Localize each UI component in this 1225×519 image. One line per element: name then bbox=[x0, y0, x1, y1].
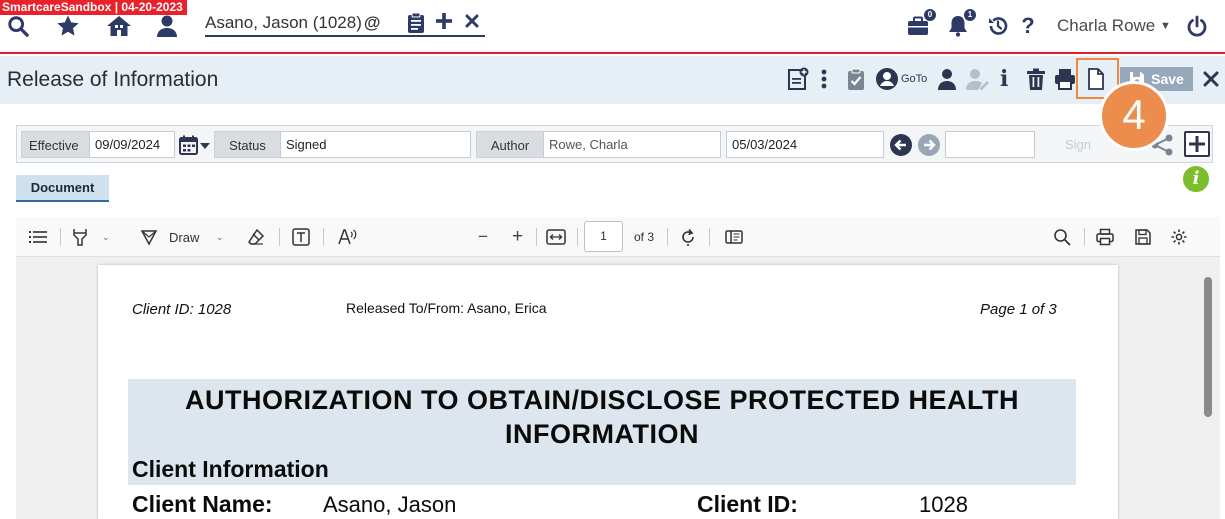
print-icon[interactable] bbox=[1054, 66, 1076, 92]
page-header-page-number: Page 1 of 3 bbox=[980, 301, 1057, 318]
pdf-toolbar: ⌄ Draw ⌄ − + 1 of 3 bbox=[16, 217, 1220, 257]
pdf-page: Client ID: 1028 Released To/From: Asano,… bbox=[98, 265, 1118, 519]
close-icon[interactable] bbox=[1203, 66, 1219, 92]
page-header-client-id: Client ID: 1028 bbox=[132, 301, 232, 318]
page-view-icon[interactable] bbox=[725, 227, 743, 247]
trash-icon[interactable] bbox=[1026, 66, 1046, 92]
history-icon[interactable] bbox=[985, 13, 1011, 39]
zoom-in-button[interactable]: + bbox=[512, 226, 523, 247]
effective-label: Effective bbox=[21, 131, 90, 158]
new-document-icon[interactable] bbox=[787, 66, 809, 92]
read-aloud-icon[interactable] bbox=[338, 227, 358, 247]
contents-icon[interactable] bbox=[29, 227, 47, 247]
sign-button[interactable]: Sign bbox=[1065, 137, 1091, 152]
goto-button[interactable]: GoTo bbox=[875, 66, 927, 92]
title-bar: Release of Information GoTo i Save bbox=[0, 56, 1225, 104]
info-icon[interactable]: i bbox=[1181, 164, 1211, 194]
help-icon[interactable]: ? bbox=[1015, 13, 1041, 39]
pdf-search-icon[interactable] bbox=[1053, 227, 1071, 247]
pdf-settings-icon[interactable] bbox=[1170, 227, 1188, 247]
eraser-icon[interactable] bbox=[247, 227, 265, 247]
add-tab-icon[interactable] bbox=[435, 12, 453, 30]
power-icon[interactable] bbox=[1184, 13, 1210, 39]
at-icon[interactable]: @ bbox=[364, 13, 381, 32]
client-id-label: Client ID: bbox=[697, 491, 798, 517]
status-field[interactable]: Signed bbox=[280, 131, 471, 158]
extra-field[interactable] bbox=[945, 131, 1035, 158]
client-tab[interactable]: Asano, Jason (1028) @ bbox=[205, 10, 485, 37]
draw-dropdown-icon[interactable]: ⌄ bbox=[216, 227, 224, 247]
caret-down-icon[interactable]: ▼ bbox=[1160, 20, 1171, 32]
author-field[interactable]: Rowe, Charla bbox=[543, 131, 721, 158]
pdf-scrollbar-thumb[interactable] bbox=[1204, 277, 1212, 417]
user-edit-icon[interactable] bbox=[966, 66, 990, 92]
user-menu[interactable]: Charla Rowe ▼ bbox=[1057, 16, 1171, 36]
close-tab-icon[interactable] bbox=[465, 14, 479, 28]
calendar-dropdown-icon[interactable] bbox=[179, 135, 211, 155]
annotation-step-marker: 4 bbox=[1099, 81, 1169, 151]
bell-count-badge: 1 bbox=[964, 9, 976, 21]
user-circle-icon bbox=[876, 68, 898, 90]
client-tab-label[interactable]: Asano, Jason (1028) @ bbox=[205, 13, 380, 33]
clipboard-list-icon[interactable] bbox=[407, 12, 425, 34]
draw-label[interactable]: Draw bbox=[169, 227, 199, 247]
client-id-value: 1028 bbox=[919, 492, 968, 517]
page-total-label: of 3 bbox=[634, 230, 655, 244]
user-icon[interactable] bbox=[154, 13, 180, 39]
top-nav: SmartcareSandbox | 04-20-2023 Asano, Jas… bbox=[0, 0, 1225, 54]
page-title: Release of Information bbox=[7, 68, 219, 91]
briefcase-icon[interactable]: 0 bbox=[905, 9, 936, 39]
highlight-dropdown-icon[interactable]: ⌄ bbox=[102, 227, 110, 247]
bell-icon[interactable]: 1 bbox=[945, 9, 976, 39]
save-button-label: Save bbox=[1151, 71, 1184, 87]
briefcase-count-badge: 0 bbox=[924, 9, 936, 21]
goto-label: GoTo bbox=[901, 73, 928, 85]
section-heading-client-information: Client Information bbox=[132, 456, 329, 482]
add-icon[interactable] bbox=[1184, 131, 1210, 157]
rotate-icon[interactable] bbox=[679, 227, 697, 247]
tab-document[interactable]: Document bbox=[16, 175, 109, 202]
previous-arrow-icon[interactable] bbox=[890, 134, 912, 156]
info-detail-icon[interactable]: i bbox=[1000, 66, 1008, 92]
author-label: Author bbox=[476, 131, 544, 158]
client-name-label: Client Name: bbox=[132, 491, 273, 517]
search-icon[interactable] bbox=[5, 13, 31, 39]
page-header-released: Released To/From: Asano, Erica bbox=[346, 300, 547, 316]
text-box-icon[interactable] bbox=[292, 227, 310, 247]
document-header-row: Effective 09/09/2024 Status Signed Autho… bbox=[16, 125, 1213, 163]
client-name-value: Asano, Jason bbox=[323, 492, 457, 517]
page-number-input[interactable]: 1 bbox=[584, 221, 623, 252]
effective-date-field[interactable]: 09/09/2024 bbox=[89, 131, 175, 158]
document-title-band: AUTHORIZATION TO OBTAIN/DISCLOSE PROTECT… bbox=[128, 379, 1076, 485]
more-options-icon[interactable] bbox=[820, 66, 828, 92]
star-icon[interactable] bbox=[55, 13, 81, 39]
home-icon[interactable] bbox=[106, 13, 132, 39]
document-title: AUTHORIZATION TO OBTAIN/DISCLOSE PROTECT… bbox=[185, 385, 1019, 449]
fit-width-icon[interactable] bbox=[546, 227, 566, 247]
person-icon[interactable] bbox=[937, 66, 957, 92]
zoom-out-button[interactable]: − bbox=[478, 227, 488, 247]
highlight-tool-icon[interactable] bbox=[72, 227, 88, 247]
draw-tool-icon[interactable] bbox=[140, 227, 158, 247]
document-date-field[interactable]: 05/03/2024 bbox=[726, 131, 884, 158]
pdf-print-icon[interactable] bbox=[1096, 227, 1114, 247]
next-arrow-icon[interactable] bbox=[918, 134, 940, 156]
status-label: Status bbox=[214, 131, 281, 158]
clipboard-check-icon[interactable] bbox=[846, 66, 866, 92]
pdf-save-icon[interactable] bbox=[1134, 227, 1152, 247]
